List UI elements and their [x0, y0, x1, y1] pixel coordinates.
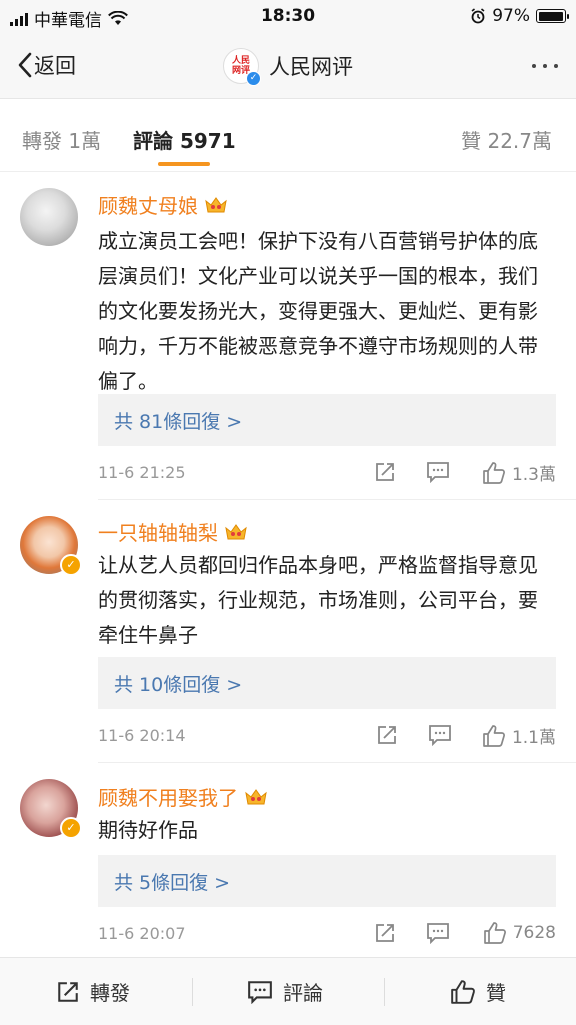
battery-percent: 97%: [492, 6, 530, 26]
username-row: 顾魏不用娶我了: [98, 782, 268, 811]
comment-text: 让从艺人员都回归作品本身吧，严格监督指导意见的贯彻落实，行业规范，市场准则，公司…: [98, 553, 538, 647]
username[interactable]: 顾魏不用娶我了: [98, 782, 238, 811]
battery-icon: [536, 9, 569, 23]
crown-badge-icon: [225, 523, 247, 539]
divider: [384, 978, 385, 1006]
like-button[interactable]: 1.3萬: [482, 460, 556, 485]
thumbs-up-icon: [483, 461, 505, 484]
comment-time: 11-6 20:14: [98, 726, 186, 745]
repost-icon[interactable]: [374, 461, 396, 483]
like-count: 1.3萬: [511, 465, 556, 485]
verified-icon: ✓: [60, 817, 82, 839]
repost-button[interactable]: 轉發: [56, 958, 130, 1025]
divider: [98, 499, 576, 500]
comment-icon[interactable]: [426, 461, 450, 483]
comment-time: 11-6 20:07: [98, 924, 186, 943]
bottom-action-bar: 轉發 評論 贊: [0, 957, 576, 1025]
comment-icon[interactable]: [426, 922, 450, 944]
like-count: 7628: [512, 923, 556, 943]
comment-icon[interactable]: [428, 724, 452, 746]
replies-box[interactable]: 共 10條回復 >: [98, 657, 556, 709]
replies-link[interactable]: 共 5條回復 >: [114, 868, 230, 895]
status-right: 97%: [470, 6, 569, 26]
comment-label: 評論: [283, 981, 323, 1005]
verified-icon: ✓: [60, 554, 82, 576]
tab-active-indicator: [158, 162, 210, 166]
comment-time: 11-6 21:25: [98, 463, 186, 482]
divider: [192, 978, 193, 1006]
repost-icon[interactable]: [376, 724, 398, 746]
like-button[interactable]: 7628: [483, 921, 556, 945]
comment-icon: [248, 980, 272, 1004]
crown-badge-icon: [205, 196, 227, 212]
divider: [98, 762, 576, 763]
crown-badge-icon: [245, 788, 267, 804]
repost-label: 轉發: [90, 981, 130, 1005]
comment-button[interactable]: 評論: [247, 958, 323, 1025]
status-bar: 中華電信 18:30 97%: [0, 0, 576, 34]
replies-box[interactable]: 共 81條回復 >: [98, 394, 556, 446]
like-label: 贊: [486, 981, 506, 1005]
tab-bar: 轉發 1萬 評論 5971 贊 22.7萬: [0, 99, 576, 172]
more-menu-icon[interactable]: [532, 64, 558, 68]
page-title: 人民网评: [269, 55, 353, 79]
comment-meta: 11-6 20:07 7628: [98, 920, 556, 950]
like-button[interactable]: 贊: [450, 958, 506, 1025]
thumbs-up-icon: [483, 724, 505, 747]
like-count: 1.1萬: [511, 728, 556, 748]
thumbs-up-icon: [451, 979, 475, 1004]
username[interactable]: 一只轴轴轴梨: [98, 517, 218, 546]
comment-text: 期待好作品: [98, 818, 198, 842]
alarm-icon: [471, 8, 485, 24]
nav-bar: 返回 人民网评 ✓ 人民网评: [0, 34, 576, 99]
username[interactable]: 顾魏丈母娘: [98, 190, 198, 219]
replies-link[interactable]: 共 81條回復 >: [114, 407, 242, 434]
comment-meta: 11-6 21:25 1.3萬: [98, 459, 556, 489]
tab-repost[interactable]: 轉發 1萬: [22, 125, 101, 154]
repost-icon: [58, 981, 78, 1002]
username-row: 顾魏丈母娘: [98, 190, 228, 219]
comment-meta: 11-6 20:14 1.1萬: [98, 722, 556, 752]
replies-link[interactable]: 共 10條回復 >: [114, 670, 242, 697]
comment-text: 成立演员工会吧！保护下没有八百营销号护体的底层演员们！文化产业可以说关乎一国的根…: [98, 229, 538, 393]
tab-like[interactable]: 贊 22.7萬: [461, 125, 552, 154]
username-row: 一只轴轴轴梨: [98, 517, 248, 546]
replies-box[interactable]: 共 5條回復 >: [98, 855, 556, 907]
account-logo: 人民网评 ✓: [223, 48, 261, 86]
repost-icon[interactable]: [374, 922, 396, 944]
like-button[interactable]: 1.1萬: [482, 723, 556, 748]
verified-blue-icon: ✓: [246, 71, 261, 86]
tab-comment[interactable]: 評論 5971: [133, 125, 236, 154]
nav-title-group[interactable]: 人民网评 ✓ 人民网评: [0, 48, 576, 86]
avatar[interactable]: [20, 188, 78, 246]
thumbs-up-icon: [483, 922, 506, 944]
